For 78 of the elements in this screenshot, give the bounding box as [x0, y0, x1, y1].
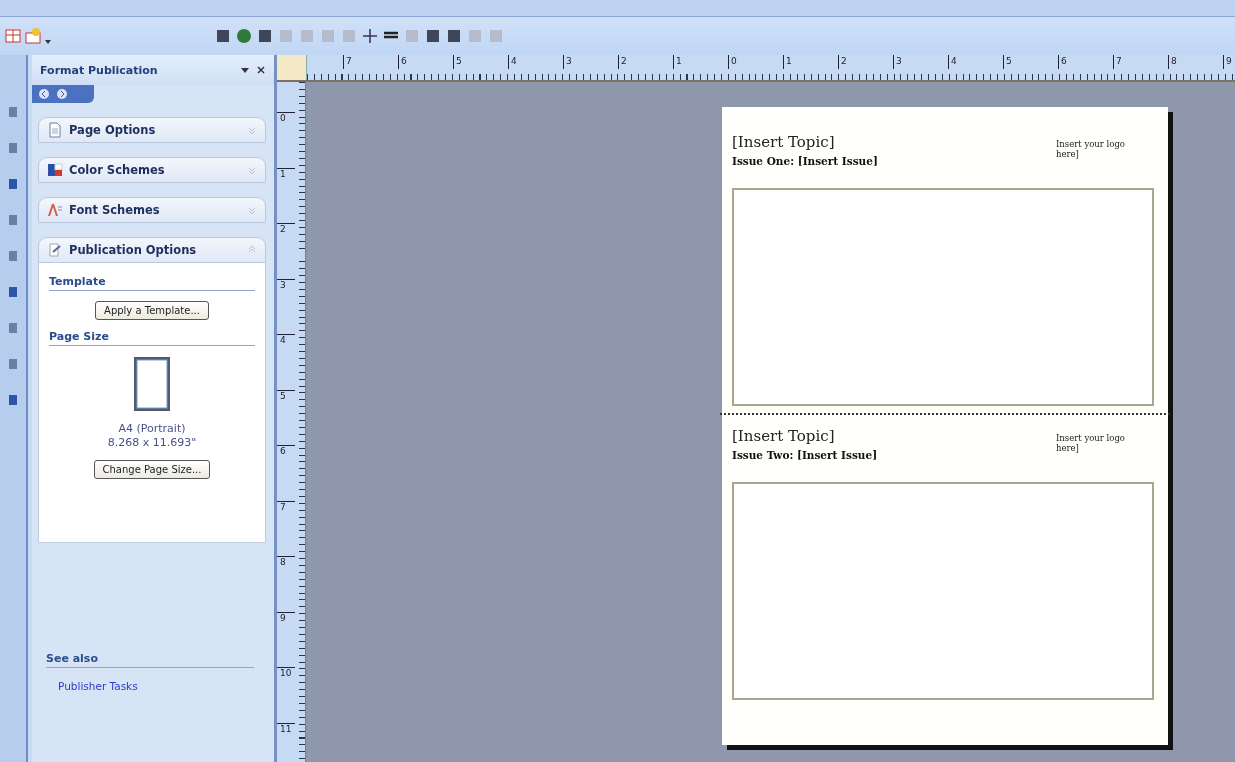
section-header[interactable]: Color Schemes: [38, 157, 266, 183]
ruler-number: 1: [673, 55, 728, 69]
section-heading: Page Size: [49, 330, 255, 346]
square-icon[interactable]: [256, 27, 274, 45]
tool-icon[interactable]: [8, 105, 18, 119]
chevron-up-icon: [247, 245, 257, 255]
ruler-number: 0: [728, 55, 783, 69]
logo-placeholder-text: Insert your logo here]: [1056, 139, 1126, 161]
ruler-number: 6: [398, 55, 453, 69]
issue-text: Issue One: [Insert Issue]: [732, 155, 878, 167]
ruler-number: 7: [277, 500, 295, 556]
chevron-down-icon: [247, 205, 257, 215]
dropdown-arrow-icon[interactable]: [44, 37, 52, 45]
ruler-corner: [277, 55, 307, 80]
ruler-number: 9: [1223, 55, 1235, 69]
font-scheme-icon: [47, 202, 63, 218]
ruler-number: 5: [1003, 55, 1058, 69]
ruler-number: 2: [618, 55, 673, 69]
section-header[interactable]: Publication Options: [38, 237, 266, 263]
tool-icon[interactable]: [8, 249, 18, 263]
logo-placeholder-text: Insert your logo here]: [1056, 433, 1126, 455]
square-icon[interactable]: [214, 27, 232, 45]
page-icon: [47, 122, 63, 138]
square-icon[interactable]: [445, 27, 463, 45]
ruler-number: 11: [277, 722, 295, 762]
ruler-number: 10: [277, 667, 295, 723]
ruler-number: 3: [893, 55, 948, 69]
page-arrow-icon: [47, 242, 63, 258]
page-size-name: A4 (Portrait): [117, 422, 187, 436]
ruler-number: 0: [277, 112, 295, 168]
ruler-number: 4: [508, 55, 563, 69]
ruler-number: 5: [277, 389, 295, 445]
topic-text: [Insert Topic]: [732, 427, 836, 445]
section-heading: See also: [46, 652, 254, 668]
topic-text: [Insert Topic]: [732, 133, 836, 151]
tool-icon[interactable]: [8, 357, 18, 371]
ruler-number: 7: [1113, 55, 1168, 69]
pane-title: Format Publication: [40, 63, 159, 77]
ruler-number: 4: [277, 334, 295, 390]
ruler-number: 3: [277, 278, 295, 334]
ruler-number: 2: [838, 55, 893, 69]
ruler-number: 1: [277, 167, 295, 223]
ruler-number: 5: [453, 55, 508, 69]
page-thumbnail-icon: [133, 356, 171, 412]
section-heading: Template: [49, 275, 255, 291]
change-page-size-button[interactable]: Change Page Size...: [93, 460, 211, 479]
ruler-number: 9: [277, 611, 295, 667]
issue-text: Issue Two: [Insert Issue]: [732, 449, 878, 461]
chevron-down-icon: [247, 125, 257, 135]
tool-icon[interactable]: [8, 141, 18, 155]
tool-icon[interactable]: [8, 213, 18, 227]
ruler-number: 7: [343, 55, 398, 69]
forward-icon[interactable]: [56, 88, 68, 100]
ruler-number: 4: [948, 55, 1003, 69]
circle-icon[interactable]: [235, 27, 253, 45]
ruler-number: 2: [277, 223, 295, 279]
ruler-number: 3: [563, 55, 618, 69]
dropdown-arrow-icon[interactable]: [240, 65, 250, 75]
section-header[interactable]: Page Options: [38, 117, 266, 143]
tool-icon[interactable]: [8, 393, 18, 407]
tool-icon[interactable]: [8, 321, 18, 335]
apply-template-button[interactable]: Apply a Template...: [95, 301, 209, 320]
ruler-number: 8: [277, 556, 295, 612]
square-icon[interactable]: [424, 27, 442, 45]
back-icon[interactable]: [38, 88, 50, 100]
section-header[interactable]: Font Schemes: [38, 197, 266, 223]
ruler-number: 8: [1168, 55, 1223, 69]
tool-icon[interactable]: [8, 285, 18, 299]
tool-icon[interactable]: [8, 177, 18, 191]
ruler-number: 6: [1058, 55, 1113, 69]
color-scheme-icon: [47, 162, 63, 178]
task-link[interactable]: Publisher Tasks: [58, 680, 254, 692]
chevron-down-icon: [247, 165, 257, 175]
page-size-dimensions: 8.268 x 11.693": [106, 436, 198, 450]
ruler-number: 6: [277, 445, 295, 501]
ruler-number: 1: [783, 55, 838, 69]
close-icon[interactable]: [256, 65, 266, 75]
crosshair-icon[interactable]: [361, 27, 379, 45]
